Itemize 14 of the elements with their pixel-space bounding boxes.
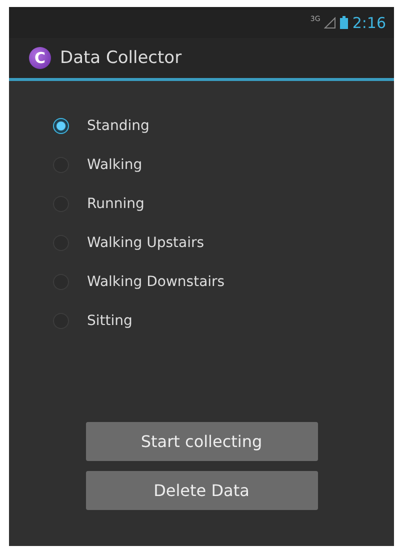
- radio-label[interactable]: Walking Downstairs: [87, 274, 225, 290]
- radio-label[interactable]: Sitting: [87, 312, 132, 328]
- signal-icon: [324, 16, 336, 28]
- clock-time: 2:16: [352, 14, 386, 32]
- radio-label[interactable]: Standing: [87, 118, 150, 134]
- radio-label[interactable]: Running: [87, 196, 144, 212]
- action-button[interactable]: Start collecting: [86, 422, 318, 461]
- radio-label[interactable]: Walking: [87, 156, 142, 172]
- battery-icon: [340, 16, 348, 29]
- app-title: Data Collector: [60, 48, 182, 68]
- app-logo: C: [29, 47, 51, 69]
- action-button[interactable]: Delete Data: [86, 471, 318, 510]
- radio-button[interactable]: [53, 118, 69, 134]
- radio-label[interactable]: Walking Upstairs: [87, 234, 204, 250]
